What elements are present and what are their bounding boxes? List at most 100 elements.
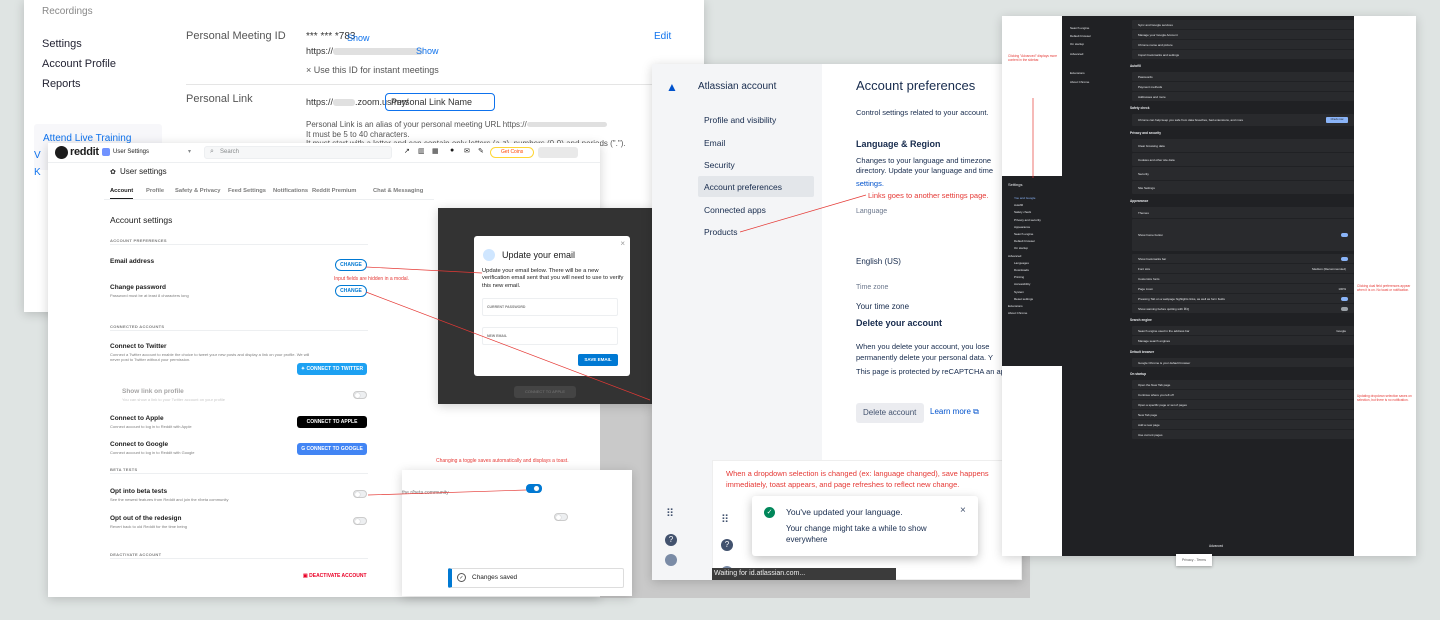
- new-email-input[interactable]: NEW EMAIL: [482, 327, 618, 345]
- chrome-sidebar-item[interactable]: Printing: [1014, 275, 1024, 279]
- chrome-setting-row[interactable]: Security: [1132, 167, 1354, 180]
- chrome-setting-row[interactable]: Chrome can help keep you safe from data …: [1132, 114, 1354, 126]
- connect-apple-button[interactable]: CONNECT TO APPLE: [297, 416, 367, 428]
- nav-products[interactable]: Products: [704, 227, 738, 237]
- beta-toggle-on[interactable]: [526, 484, 542, 493]
- chrome-sidebar-item[interactable]: On startup: [1070, 42, 1084, 46]
- grid-icon[interactable]: ▦: [432, 147, 439, 155]
- chrome-setting-row[interactable]: Themes: [1132, 207, 1354, 218]
- app-switcher-icon[interactable]: ⠿: [666, 507, 674, 520]
- chrome-setting-row[interactable]: Cookies and other site data: [1132, 153, 1354, 166]
- pencil-icon[interactable]: ✎: [478, 147, 484, 155]
- chrome-setting-row[interactable]: Clear browsing data: [1132, 139, 1354, 152]
- chrome-setting-row[interactable]: Font size Medium (Recommended): [1132, 264, 1354, 273]
- chrome-setting-row[interactable]: Show bookmarks bar: [1132, 254, 1354, 263]
- chrome-setting-row[interactable]: Open a specific page or set of pages: [1132, 400, 1354, 409]
- chevron-down-icon[interactable]: ▾: [188, 148, 191, 155]
- pmi-show2-link[interactable]: Show: [416, 46, 439, 56]
- check-now-button[interactable]: Check now: [1326, 117, 1348, 123]
- learn-more-link[interactable]: Learn more ⧉: [930, 407, 979, 417]
- chrome-sidebar-item[interactable]: Languages: [1014, 261, 1029, 265]
- chrome-sidebar-item[interactable]: Advanced: [1008, 254, 1021, 258]
- language-select[interactable]: English (US): [856, 257, 901, 266]
- beta-toggle[interactable]: [353, 490, 367, 498]
- sidebar-item-recordings[interactable]: Recordings: [42, 6, 93, 28]
- close-icon[interactable]: ×: [620, 239, 625, 248]
- chrome-setting-row[interactable]: Customize fonts: [1132, 274, 1354, 283]
- chrome-setting-row[interactable]: Show warning before quitting with ⌘Q: [1132, 304, 1354, 313]
- advanced-footer[interactable]: Advanced: [1209, 544, 1223, 548]
- toggle[interactable]: [1341, 306, 1348, 311]
- tab-notifications[interactable]: Notifications: [273, 188, 308, 194]
- chrome-sidebar-item[interactable]: About Chrome: [1008, 311, 1027, 315]
- chrome-sidebar-item[interactable]: Appearance: [1014, 225, 1030, 229]
- show-link-toggle[interactable]: [353, 391, 367, 399]
- nav-account-prefs-active[interactable]: Account preferences: [698, 176, 814, 197]
- tab-chat-messaging[interactable]: Chat & Messaging: [373, 188, 423, 194]
- chrome-setting-row[interactable]: Import bookmarks and settings: [1132, 50, 1354, 59]
- personal-link-input[interactable]: Personal Link Name: [385, 93, 495, 111]
- redesign-toggle[interactable]: [353, 517, 367, 525]
- nav-profile[interactable]: Profile and visibility: [704, 115, 776, 125]
- deactivate-link[interactable]: ▣ DEACTIVATE ACCOUNT: [303, 573, 367, 579]
- chrome-sidebar-item[interactable]: Reset settings: [1014, 297, 1033, 301]
- connect-twitter-button[interactable]: ✦ CONNECT TO TWITTER: [297, 363, 367, 375]
- chrome-setting-row[interactable]: Continue where you left off: [1132, 390, 1354, 399]
- chrome-setting-row[interactable]: Chrome name and picture: [1132, 40, 1354, 49]
- close-icon[interactable]: ×: [960, 505, 966, 516]
- chat-icon[interactable]: ●: [450, 147, 454, 154]
- tab-feed-settings[interactable]: Feed Settings: [228, 188, 266, 194]
- trending-icon[interactable]: ↗: [404, 147, 410, 155]
- atlassian-logo-icon[interactable]: ▲: [666, 80, 678, 94]
- chrome-sidebar-item[interactable]: On startup: [1014, 246, 1028, 250]
- chrome-sidebar-item[interactable]: About Chrome: [1070, 80, 1089, 84]
- chrome-sidebar-item[interactable]: Safety check: [1014, 210, 1031, 214]
- chrome-setting-row[interactable]: Passwords: [1132, 72, 1354, 81]
- chrome-sidebar-item[interactable]: Default browser: [1014, 239, 1035, 243]
- chrome-setting-row[interactable]: New Tab page: [1132, 410, 1354, 419]
- user-menu[interactable]: [538, 147, 578, 158]
- use-for-instant-option[interactable]: × Use this ID for instant meetings: [306, 65, 439, 75]
- chrome-sidebar-item[interactable]: System: [1014, 290, 1024, 294]
- help-icon[interactable]: ?: [721, 539, 733, 551]
- chrome-setting-row[interactable]: Addresses and more: [1132, 92, 1354, 101]
- pmi-edit-link[interactable]: Edit: [654, 31, 671, 42]
- chrome-sidebar-item[interactable]: Default browser: [1070, 34, 1091, 38]
- nav-email[interactable]: Email: [704, 138, 725, 148]
- change-password-button[interactable]: CHANGE: [335, 285, 367, 297]
- help-icon[interactable]: ?: [665, 534, 677, 546]
- nav-security[interactable]: Security: [704, 160, 735, 170]
- change-email-button[interactable]: CHANGE: [335, 259, 367, 271]
- sidebar-item-reports[interactable]: Reports: [42, 78, 81, 100]
- chrome-setting-row[interactable]: Use current pages: [1132, 430, 1354, 439]
- chrome-setting-row[interactable]: Sync and Google services: [1132, 20, 1354, 29]
- chrome-sidebar-item[interactable]: You and Google: [1014, 196, 1035, 200]
- chrome-sidebar-item[interactable]: Extensions: [1070, 71, 1085, 75]
- search-input[interactable]: ⌕ Search: [204, 146, 392, 159]
- nav-connected-apps[interactable]: Connected apps: [704, 205, 766, 215]
- dropdown-value[interactable]: Google: [1336, 329, 1346, 333]
- timezone-select[interactable]: Your time zone: [856, 302, 909, 311]
- avatar[interactable]: [665, 554, 677, 566]
- toggle[interactable]: [1341, 233, 1348, 237]
- chrome-sidebar-item[interactable]: Downloads: [1014, 268, 1029, 272]
- redesign-toggle-off[interactable]: [554, 513, 568, 521]
- reddit-wordmark[interactable]: reddit: [70, 146, 99, 158]
- toggle[interactable]: [1341, 296, 1348, 301]
- app-switcher-icon[interactable]: ⠿: [721, 513, 729, 526]
- tab-safety-privacy[interactable]: Safety & Privacy: [175, 188, 220, 194]
- chrome-setting-row[interactable]: Manage your Google Account: [1132, 30, 1354, 39]
- chrome-setting-row[interactable]: Google Chrome is your default browser: [1132, 358, 1354, 367]
- chrome-sidebar-item[interactable]: Accessibility: [1014, 282, 1030, 286]
- chrome-setting-row[interactable]: Manage search engines: [1132, 336, 1354, 345]
- chrome-setting-row[interactable]: Open the New Tab page: [1132, 380, 1354, 389]
- chrome-setting-row[interactable]: Show home button: [1132, 219, 1354, 251]
- chrome-sidebar-item[interactable]: Search engine: [1070, 26, 1089, 30]
- tab-profile[interactable]: Profile: [146, 188, 164, 194]
- chrome-setting-row[interactable]: Add a new page: [1132, 420, 1354, 429]
- toggle[interactable]: [1341, 256, 1348, 261]
- sidebar-item-account-profile[interactable]: Account Profile: [42, 58, 116, 80]
- sidebar-item-settings[interactable]: Settings: [42, 38, 82, 60]
- community-name[interactable]: User Settings: [113, 149, 149, 155]
- chrome-sidebar-item[interactable]: Extensions: [1008, 304, 1023, 308]
